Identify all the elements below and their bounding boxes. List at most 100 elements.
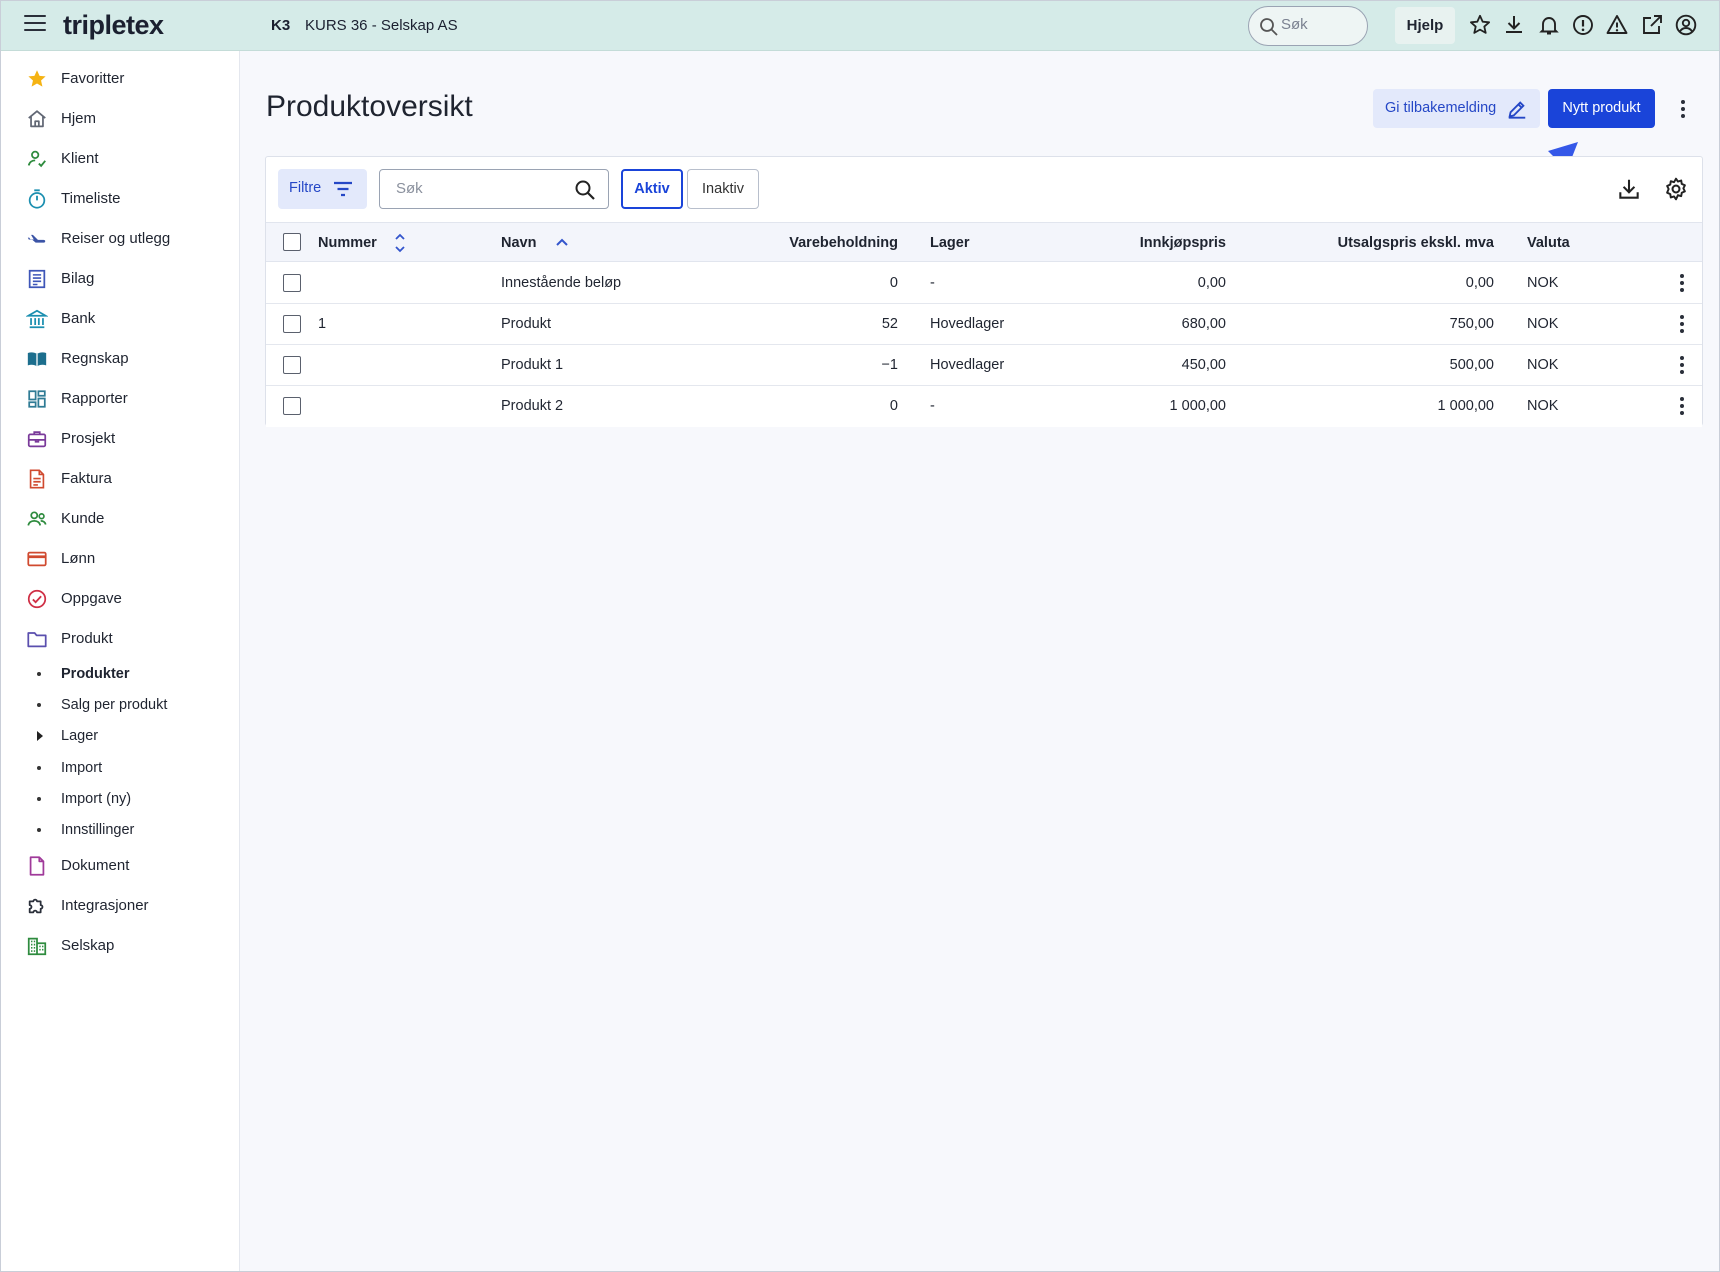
row-checkbox[interactable] xyxy=(283,397,301,415)
sidebar-item-produkt[interactable]: Produkt xyxy=(0,622,240,656)
row-more-icon[interactable] xyxy=(1672,271,1692,295)
client-icon xyxy=(27,150,46,168)
alert-circle-icon[interactable] xyxy=(1571,13,1595,37)
folder-icon xyxy=(27,632,47,648)
star-icon xyxy=(28,70,46,87)
cell-navn[interactable]: Innestående beløp xyxy=(501,275,621,291)
settings-gear-icon[interactable] xyxy=(1663,176,1689,202)
cell-innkjopspris: 680,00 xyxy=(1181,316,1226,332)
cell-navn[interactable]: Produkt 2 xyxy=(501,398,563,414)
star-outline-icon[interactable] xyxy=(1468,13,1492,37)
sidebar-item-bank[interactable]: Bank xyxy=(0,302,240,336)
sidebar-subitem-import-ny[interactable]: Import (ny) xyxy=(0,786,240,812)
row-checkbox[interactable] xyxy=(283,274,301,292)
column-header-navn[interactable]: Navn xyxy=(501,235,536,251)
sidebar-item-dokument[interactable]: Dokument xyxy=(0,849,240,883)
document-icon xyxy=(29,856,45,876)
column-header-lager[interactable]: Lager xyxy=(930,235,970,251)
column-header-valuta[interactable]: Valuta xyxy=(1527,235,1570,251)
dashboard-icon xyxy=(28,390,46,408)
download-icon[interactable] xyxy=(1502,13,1526,37)
product-list-panel: Filtre Aktiv Inaktiv Nummer Navn Varebeh… xyxy=(265,156,1703,427)
cell-innkjopspris: 1 000,00 xyxy=(1169,398,1226,414)
feedback-button[interactable]: Gi tilbakemelding xyxy=(1373,89,1540,128)
expand-arrow-icon[interactable] xyxy=(37,731,43,741)
column-header-nummer[interactable]: Nummer xyxy=(318,235,377,251)
sidebar-item-prosjekt[interactable]: Prosjekt xyxy=(0,422,240,456)
company-name[interactable]: KURS 36 - Selskap AS xyxy=(305,17,458,34)
sidebar-item-timeliste[interactable]: Timeliste xyxy=(0,182,240,216)
sidebar-item-lonn[interactable]: Lønn xyxy=(0,542,240,576)
sidebar-item-faktura[interactable]: Faktura xyxy=(0,462,240,496)
sidebar-subitem-salg-per-produkt[interactable]: Salg per produkt xyxy=(0,692,240,718)
cell-lager: Hovedlager xyxy=(930,357,1005,373)
product-search-input[interactable] xyxy=(396,180,566,197)
cell-innkjopspris: 0,00 xyxy=(1197,275,1226,291)
new-product-button[interactable]: Nytt produkt xyxy=(1548,89,1655,128)
filter-button[interactable]: Filtre xyxy=(278,169,367,209)
table-row[interactable]: Produkt 2 0 - 1 000,00 1 000,00 NOK xyxy=(266,386,1702,427)
sidebar-subitem-innstillinger[interactable]: Innstillinger xyxy=(0,817,240,843)
external-link-icon[interactable] xyxy=(1640,13,1664,37)
column-header-innkjopspris[interactable]: Innkjøpspris xyxy=(1066,235,1226,251)
cell-varebeholdning: 0 xyxy=(889,398,898,414)
row-more-icon[interactable] xyxy=(1672,394,1692,418)
row-checkbox[interactable] xyxy=(283,315,301,333)
product-search[interactable] xyxy=(379,169,609,209)
bullet xyxy=(37,797,41,801)
stopwatch-icon xyxy=(28,189,46,209)
search-icon[interactable] xyxy=(574,179,596,201)
table-row[interactable]: 1 Produkt 52 Hovedlager 680,00 750,00 NO… xyxy=(266,304,1702,345)
column-header-utsalgspris[interactable]: Utsalgspris ekskl. mva xyxy=(1246,235,1494,251)
row-more-icon[interactable] xyxy=(1672,353,1692,377)
global-search[interactable] xyxy=(1248,6,1368,46)
sidebar: Favoritter Hjem Klient Timeliste Reiser … xyxy=(0,51,240,1272)
help-button[interactable]: Hjelp xyxy=(1395,7,1455,44)
column-header-varebeholdning[interactable]: Varebeholdning xyxy=(736,235,898,251)
logo[interactable]: tripletex xyxy=(63,10,164,41)
cell-varebeholdning: −1 xyxy=(881,357,898,373)
sidebar-item-selskap[interactable]: Selskap xyxy=(0,929,240,963)
sidebar-item-bilag[interactable]: Bilag xyxy=(0,262,240,296)
card-icon xyxy=(27,551,47,567)
table-row[interactable]: Innestående beløp 0 - 0,00 0,00 NOK xyxy=(266,263,1702,304)
cell-lager: Hovedlager xyxy=(930,316,1005,332)
sidebar-item-rapporter[interactable]: Rapporter xyxy=(0,382,240,416)
user-account-icon[interactable] xyxy=(1674,13,1698,37)
sidebar-item-kunde[interactable]: Kunde xyxy=(0,502,240,536)
cell-navn[interactable]: Produkt xyxy=(501,316,551,332)
sidebar-subitem-import[interactable]: Import xyxy=(0,755,240,781)
voucher-icon xyxy=(28,269,46,289)
sidebar-item-klient[interactable]: Klient xyxy=(0,142,240,176)
sidebar-item-regnskap[interactable]: Regnskap xyxy=(0,342,240,376)
sidebar-item-favoritter[interactable]: Favoritter xyxy=(0,62,240,96)
warning-icon[interactable] xyxy=(1605,13,1629,37)
cell-nummer: 1 xyxy=(318,316,327,332)
cell-varebeholdning: 0 xyxy=(889,275,898,291)
cell-valuta: NOK xyxy=(1527,398,1559,414)
sidebar-subitem-lager[interactable]: Lager xyxy=(0,723,240,749)
cell-utsalgspris: 750,00 xyxy=(1449,316,1494,332)
plane-icon xyxy=(27,234,46,247)
row-checkbox[interactable] xyxy=(283,356,301,374)
sidebar-item-integrasjoner[interactable]: Integrasjoner xyxy=(0,889,240,923)
bell-icon[interactable] xyxy=(1537,13,1561,37)
global-search-input[interactable] xyxy=(1281,16,1361,33)
table-row[interactable]: Produkt 1 −1 Hovedlager 450,00 500,00 NO… xyxy=(266,345,1702,386)
sidebar-item-reiser[interactable]: Reiser og utlegg xyxy=(0,222,240,256)
building-icon xyxy=(27,937,47,956)
export-download-icon[interactable] xyxy=(1616,176,1642,202)
sidebar-item-oppgave[interactable]: Oppgave xyxy=(0,582,240,616)
page-more-icon[interactable] xyxy=(1673,97,1693,121)
sort-ascending-icon[interactable] xyxy=(555,236,569,248)
filter-icon xyxy=(334,181,352,197)
cell-navn[interactable]: Produkt 1 xyxy=(501,357,563,373)
status-toggle-aktiv[interactable]: Aktiv xyxy=(621,169,683,209)
menu-icon[interactable] xyxy=(24,15,46,35)
sidebar-subitem-produkter[interactable]: Produkter xyxy=(0,661,240,687)
status-toggle-inaktiv[interactable]: Inaktiv xyxy=(687,169,759,209)
sort-unsorted-icon[interactable] xyxy=(394,232,406,254)
sidebar-item-hjem[interactable]: Hjem xyxy=(0,102,240,136)
row-more-icon[interactable] xyxy=(1672,312,1692,336)
select-all-checkbox[interactable] xyxy=(283,233,301,251)
